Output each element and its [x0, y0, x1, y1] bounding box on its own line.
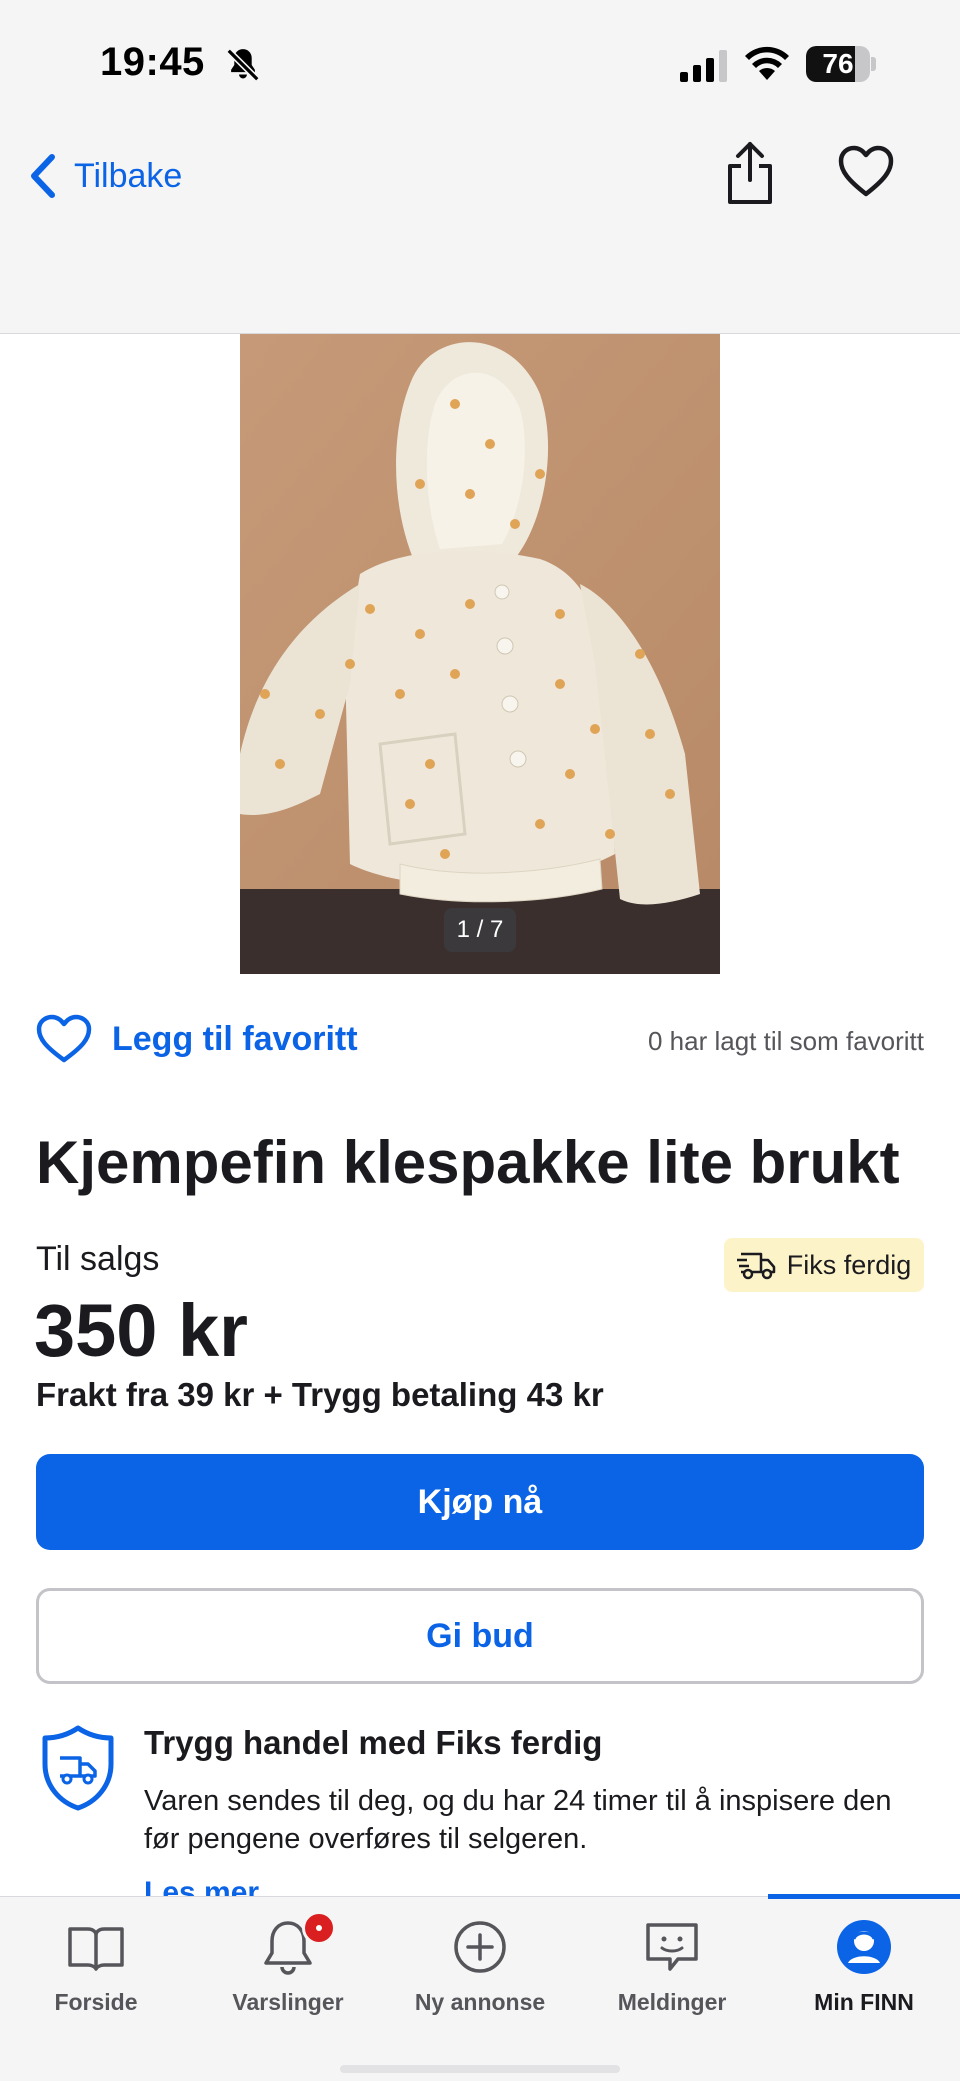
plus-circle-icon: [454, 1921, 506, 1973]
share-icon[interactable]: [722, 138, 778, 208]
fiks-ferdig-label: Fiks ferdig: [786, 1249, 912, 1280]
battery-icon: 76: [806, 46, 876, 82]
wifi-icon: [745, 46, 789, 80]
home-indicator: [340, 2065, 620, 2073]
listing-photo[interactable]: [240, 334, 720, 974]
bottom-tab-bar: Forside Varslinger Ny annonse Meldinger: [0, 1894, 960, 2081]
read-more-link[interactable]: Les mer: [144, 1876, 259, 1896]
tab-label: Min FINN: [814, 1989, 914, 2015]
chat-icon: [646, 1923, 698, 1971]
tab-varslinger[interactable]: Varslinger: [192, 1897, 384, 2047]
buy-now-button[interactable]: Kjøp nå: [36, 1454, 924, 1550]
status-bar: 19:45 76: [0, 0, 960, 130]
listing-title: Kjempefin klespakke lite brukt: [36, 1129, 900, 1196]
tab-min-finn[interactable]: Min FINN: [768, 1897, 960, 2047]
add-favorite-button[interactable]: Legg til favoritt: [36, 1014, 358, 1064]
delivery-truck-icon: [736, 1252, 775, 1280]
battery-level: 76: [822, 48, 854, 79]
jacket-photo-image: [240, 334, 720, 974]
back-button[interactable]: Tilbake: [26, 146, 182, 206]
tab-label: Forside: [54, 1989, 138, 2015]
navigation-header: Tilbake: [0, 130, 960, 334]
cellular-signal-icon: [680, 50, 727, 82]
back-label: Tilbake: [74, 156, 183, 195]
favorite-row: Legg til favoritt 0 har lagt til som fav…: [36, 1010, 924, 1074]
safe-trade-title: Trygg handel med Fiks ferdig: [144, 1724, 603, 1761]
bell-off-icon: [226, 48, 260, 82]
make-bid-button[interactable]: Gi bud: [36, 1588, 924, 1684]
shield-delivery-icon: [42, 1725, 114, 1811]
price: 350 kr: [34, 1289, 248, 1372]
safe-trade-section: Trygg handel med Fiks ferdig Varen sende…: [36, 1720, 924, 1896]
image-counter: 1 / 7: [444, 908, 516, 952]
add-favorite-label: Legg til favoritt: [112, 1019, 358, 1058]
image-gallery: 1 / 7: [0, 334, 960, 974]
fiks-ferdig-badge: Fiks ferdig: [724, 1238, 924, 1292]
sale-status: Til salgs: [36, 1240, 160, 1278]
chevron-left-icon: [31, 154, 55, 198]
tab-label: Ny annonse: [414, 1989, 546, 2015]
tab-meldinger[interactable]: Meldinger: [576, 1897, 768, 2047]
heart-outline-icon[interactable]: [838, 144, 894, 200]
tab-ny-annonse[interactable]: Ny annonse: [384, 1897, 576, 2047]
book-icon: [68, 1927, 124, 1971]
profile-icon: [837, 1920, 891, 1974]
heart-outline-icon: [36, 1014, 92, 1063]
safe-trade-description: Varen sendes til deg, og du har 24 timer…: [144, 1785, 892, 1855]
shipping-info: Frakt fra 39 kr + Trygg betaling 43 kr: [36, 1376, 604, 1413]
tab-forside[interactable]: Forside: [0, 1897, 192, 2047]
notification-badge: [302, 1911, 336, 1945]
status-time: 19:45: [100, 40, 205, 84]
favorite-count: 0 har lagt til som favoritt: [648, 1026, 924, 1056]
tab-label: Varslinger: [232, 1989, 344, 2015]
tab-label: Meldinger: [617, 1989, 727, 2015]
